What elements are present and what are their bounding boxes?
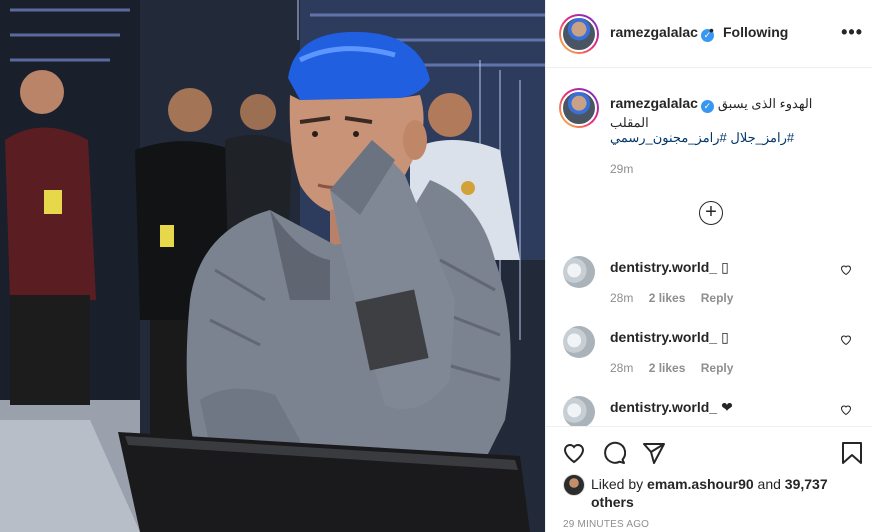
heart-icon[interactable] [840, 404, 852, 416]
post-actions: Liked by emam.ashour90 and 39,737 others… [546, 426, 872, 532]
heart-icon[interactable] [840, 334, 852, 346]
avatar-photo [561, 16, 597, 52]
post-sidebar: ramezgalalac ✓ • Following ••• ramezgalal… [545, 0, 872, 532]
comment-avatar[interactable] [563, 326, 595, 358]
comment-likes[interactable]: 2 likes [649, 291, 686, 305]
comment-avatar[interactable] [563, 256, 595, 288]
comment-bubble-icon[interactable] [602, 441, 626, 465]
caption-time: 29m [610, 162, 634, 176]
post-photo[interactable] [0, 0, 545, 532]
separator-dot: • [709, 22, 714, 38]
comment-text: ▯ [721, 259, 729, 275]
liked-by-text: Liked by emam.ashour90 and 39,737 others [591, 475, 851, 511]
more-options-icon[interactable]: ••• [841, 22, 863, 43]
heart-icon[interactable] [562, 441, 586, 465]
comment-username[interactable]: dentistry.world_ [610, 259, 717, 275]
liked-by-conjunction: and [757, 476, 781, 492]
comment-reply-button[interactable]: Reply [701, 361, 734, 375]
comment-item: dentistry.world_ ▯ 28m 2 likes Reply [546, 326, 872, 392]
comment-time: 28m [610, 361, 634, 375]
comment-username[interactable]: dentistry.world_ [610, 329, 717, 345]
heart-icon[interactable] [840, 264, 852, 276]
following-button[interactable]: Following [723, 24, 788, 40]
comment-text: ▯ [721, 329, 729, 345]
liked-by-avatar[interactable] [563, 474, 585, 496]
caption-avatar[interactable] [559, 88, 599, 128]
verified-badge-icon: ✓ [700, 100, 714, 113]
load-more-comments-button[interactable]: + [699, 201, 723, 225]
avatar-photo [561, 90, 597, 126]
photo-illustration [0, 0, 545, 532]
liked-by-prefix: Liked by [591, 476, 644, 492]
header-username[interactable]: ramezgalalac [610, 24, 698, 40]
header-avatar[interactable] [559, 14, 599, 54]
post-timestamp[interactable]: 29 MINUTES AGO [563, 519, 649, 530]
comment-username[interactable]: dentistry.world_ [610, 399, 717, 415]
comment-likes[interactable]: 2 likes [649, 361, 686, 375]
caption-hashtags[interactable]: #رامز_جلال #رامز_مجنون_رسمي [610, 130, 794, 146]
comment-time: 28m [610, 291, 634, 305]
comment-item: dentistry.world_ ▯ 28m 2 likes Reply [546, 256, 872, 322]
comment-avatar[interactable] [563, 396, 595, 428]
caption-username[interactable]: ramezgalalac [610, 95, 698, 111]
comment-text: ❤ [721, 399, 733, 415]
paper-plane-icon[interactable] [642, 441, 666, 465]
bookmark-icon[interactable] [841, 441, 863, 465]
liked-by-user[interactable]: emam.ashour90 [647, 476, 754, 492]
post-header: ramezgalalac ✓ • Following ••• [546, 0, 872, 68]
comment-reply-button[interactable]: Reply [701, 291, 734, 305]
